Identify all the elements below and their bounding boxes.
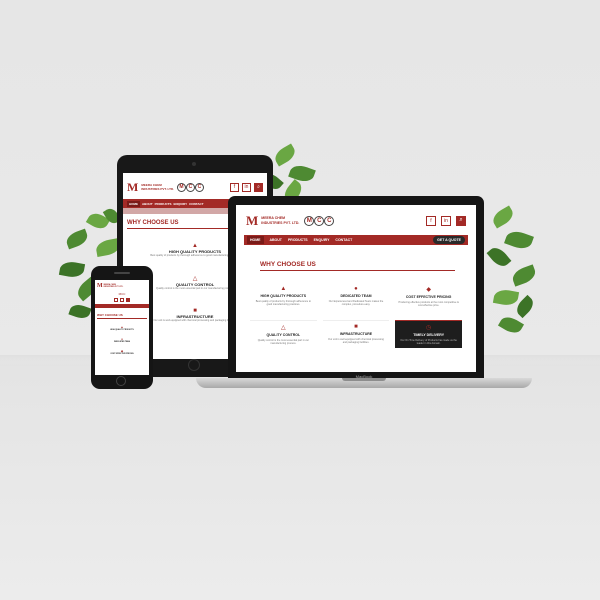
nav-home[interactable]: HOME [247, 236, 264, 244]
laptop-screen: M MEERA CHEM INDUSTRIES PVT. LTD. M C C f… [236, 205, 476, 372]
linkedin-icon[interactable]: in [242, 182, 251, 192]
price-tag-icon: ◆ [426, 287, 431, 293]
tablet-home-button[interactable] [188, 359, 200, 371]
mcc-logo: M C C [176, 182, 204, 192]
facebook-icon[interactable]: f [426, 215, 436, 226]
logo[interactable]: M [127, 181, 138, 193]
thumbs-up-icon: ▲ [280, 286, 287, 292]
social-links: f in ⌕ [230, 182, 263, 192]
nav-products[interactable]: PRODUCTS [155, 202, 172, 206]
laptop-base [196, 378, 532, 388]
laptop-device: M MEERA CHEM INDUSTRIES PVT. LTD. M C C f… [228, 196, 484, 379]
search-icon[interactable]: ⌕ [456, 215, 466, 226]
feature-card-highlighted[interactable]: ◷ TIMELY DELIVERY Our On Time Delivery o… [395, 320, 462, 348]
section-title: WHY CHOOSE US [97, 313, 147, 319]
feature-card: ◆ COST EFFECTIVE PRICING [110, 349, 134, 355]
nav-contact[interactable]: CONTACT [335, 238, 352, 242]
feature-card: △ QUALITY CONTROL Quality control is the… [250, 320, 317, 348]
nav-enquiry[interactable]: ENQUIRY [174, 202, 188, 206]
nav-products[interactable]: PRODUCTS [288, 238, 308, 242]
laptop-nav: HOME ABOUT PRODUCTS ENQUIRY CONTACT GET … [244, 235, 468, 245]
phone-home-button[interactable] [116, 376, 126, 386]
nav-about[interactable]: ABOUT [142, 202, 153, 206]
nav-home[interactable]: HOME [127, 200, 140, 207]
phone-header: M MEERA CHEM INDUSTRIES PVT. LTD. [97, 283, 124, 289]
feature-card: ● DEDICATED TEAM [114, 337, 130, 343]
mcc-logo: M C C [304, 215, 335, 226]
feature-card: ● DEDICATED TEAM Our Experienced and Ded… [323, 283, 390, 310]
social-links [95, 298, 149, 302]
phone-nav[interactable] [95, 304, 149, 308]
nav-enquiry[interactable]: ENQUIRY [314, 238, 330, 242]
feature-grid: ▲ HIGH QUALITY PRODUCTS Best quality of … [250, 283, 462, 348]
flask-icon: △ [281, 325, 286, 331]
company-name: MEERA CHEM INDUSTRIES PVT. LTD. [141, 183, 174, 191]
phone-device: M MEERA CHEM INDUSTRIES PVT. LTD. MCC WHY… [91, 266, 153, 389]
clock-icon: ◷ [426, 325, 432, 331]
facebook-icon[interactable] [114, 298, 118, 302]
tablet-camera [192, 162, 196, 166]
nav-contact[interactable]: CONTACT [189, 202, 203, 206]
phone-screen: M MEERA CHEM INDUSTRIES PVT. LTD. MCC WHY… [95, 280, 149, 375]
laptop-header: M MEERA CHEM INDUSTRIES PVT. LTD. M C C f… [236, 205, 476, 235]
company-name: MEERA CHEM INDUSTRIES PVT. LTD. [261, 216, 300, 225]
nav-about[interactable]: ABOUT [270, 238, 282, 242]
logo[interactable]: M [97, 283, 103, 289]
section-title: WHY CHOOSE US [260, 261, 455, 271]
facebook-icon[interactable]: f [230, 182, 239, 192]
search-icon[interactable]: ⌕ [254, 182, 263, 192]
phone-speaker [114, 272, 130, 274]
get-quote-button[interactable]: GET A QUOTE [433, 236, 465, 244]
linkedin-icon[interactable] [120, 298, 124, 302]
mcc-logo: MCC [118, 292, 126, 296]
feature-card: ▲ HIGH QUALITY PRODUCTS Best quality of … [250, 283, 317, 310]
laptop-brand-label: MacBook [355, 374, 373, 379]
team-icon: ● [354, 286, 358, 292]
feature-card: ■ INFRASTRUCTURE Our unit is well equipp… [322, 320, 390, 348]
social-links: f in ⌕ [426, 215, 466, 226]
search-icon[interactable] [126, 298, 130, 302]
logo[interactable]: M [246, 214, 258, 227]
linkedin-icon[interactable]: in [441, 215, 451, 226]
feature-card: ▲ HIGH QUALITY PRODUCTS [110, 325, 134, 331]
factory-icon: ■ [354, 324, 358, 330]
feature-card: ◆ COST EFFECTIVE PRICING Producing effec… [398, 287, 459, 307]
